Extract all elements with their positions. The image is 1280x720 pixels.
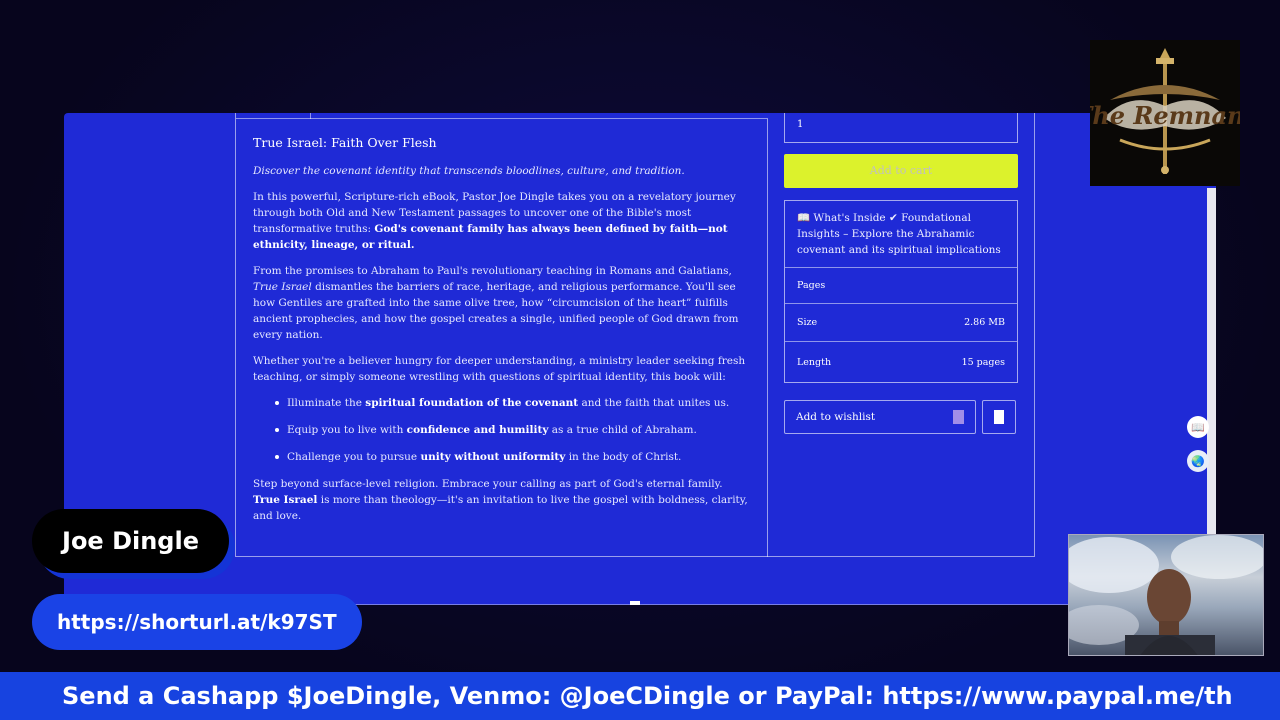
list-item: Illuminate the spiritual foundation of t… xyxy=(275,395,751,411)
webcam-presenter-image xyxy=(1069,535,1263,655)
reader-extension-icon[interactable]: 📖 xyxy=(1187,416,1209,438)
wishlist-label: Add to wishlist xyxy=(796,411,876,423)
p4-text-a: Step beyond surface-level religion. Embr… xyxy=(253,478,723,490)
bullet-text: Equip you to live with xyxy=(287,424,407,436)
p2-text-a: From the promises to Abraham to Paul's r… xyxy=(253,265,732,277)
svg-text:The Remnant: The Remnant xyxy=(1090,101,1240,130)
p2-text-b: dismantles the barriers of race, heritag… xyxy=(253,281,739,341)
product-card: True Israel: Faith Over Flesh Discover t… xyxy=(235,113,1035,557)
info-row-size: Size 2.86 MB xyxy=(785,304,1017,342)
remnant-logo: The Remnant xyxy=(1090,40,1240,186)
add-to-wishlist-button[interactable]: Add to wishlist xyxy=(784,400,976,434)
url-badge: https://shorturl.at/k97ST xyxy=(32,594,362,650)
size-label: Size xyxy=(797,317,818,328)
wishlist-row: Add to wishlist xyxy=(784,400,1018,434)
description-paragraph-3: Whether you're a believer hungry for dee… xyxy=(253,355,746,383)
length-value: 15 pages xyxy=(961,356,1005,368)
webcam-feed xyxy=(1068,534,1264,656)
bullet-bold: spiritual foundation of the covenant xyxy=(365,397,579,409)
shared-screen: True Israel: Faith Over Flesh Discover t… xyxy=(64,113,1216,605)
size-value: 2.86 MB xyxy=(964,317,1005,328)
product-description: True Israel: Faith Over Flesh Discover t… xyxy=(236,119,768,557)
bullet-bold: unity without uniformity xyxy=(420,451,566,463)
pages-label: Pages xyxy=(797,280,826,291)
whats-inside-text: 📖 What's Inside ✔ Foundational Insights … xyxy=(785,201,1017,268)
product-title: True Israel: Faith Over Flesh xyxy=(253,135,437,150)
presenter-name-badge: Joe Dingle xyxy=(32,509,229,573)
description-paragraph-4: Step beyond surface-level religion. Embr… xyxy=(253,476,751,524)
benefit-list: Illuminate the spiritual foundation of t… xyxy=(253,395,751,465)
info-row-length: Length 15 pages xyxy=(785,342,1017,382)
bullet-text: Illuminate the xyxy=(287,397,366,409)
product-tagline: Discover the covenant identity that tran… xyxy=(253,165,685,177)
globe-extension-icon[interactable]: 🌏 xyxy=(1187,450,1209,472)
purchase-sidebar: 1 Add to cart 📖 What's Inside ✔ Foundati… xyxy=(784,113,1018,434)
add-to-cart-button[interactable]: Add to cart xyxy=(784,154,1018,188)
list-item: Equip you to live with confidence and hu… xyxy=(275,422,751,438)
bullet-text: Challenge you to pursue xyxy=(287,451,421,463)
bookmark-icon xyxy=(994,410,1004,424)
description-paragraph-2: From the promises to Abraham to Paul's r… xyxy=(253,263,751,343)
bullet-bold: confidence and humility xyxy=(406,424,549,436)
logo-emblem-icon: The Remnant xyxy=(1090,40,1240,186)
product-info-box: 📖 What's Inside ✔ Foundational Insights … xyxy=(784,200,1018,383)
dropdown-icon xyxy=(953,410,964,424)
length-label: Length xyxy=(797,356,832,368)
p2-italic-title: True Israel xyxy=(253,281,312,293)
bullet-text: in the body of Christ. xyxy=(565,451,682,463)
scroll-marker xyxy=(630,601,640,605)
description-paragraph-1: In this powerful, Scripture-rich eBook, … xyxy=(253,189,751,253)
bullet-text: and the faith that unites us. xyxy=(578,397,730,409)
share-button[interactable] xyxy=(982,400,1016,434)
quantity-input[interactable]: 1 xyxy=(784,113,1018,143)
p4-text-b: is more than theology—it's an invitation… xyxy=(253,494,748,522)
bullet-text: as a true child of Abraham. xyxy=(548,424,697,436)
list-item: Challenge you to pursue unity without un… xyxy=(275,449,751,465)
p4-bold-title: True Israel xyxy=(253,494,318,506)
donation-ticker: Send a Cashapp $JoeDingle, Venmo: @JoeCD… xyxy=(0,672,1280,720)
info-row-pages: Pages xyxy=(785,268,1017,304)
